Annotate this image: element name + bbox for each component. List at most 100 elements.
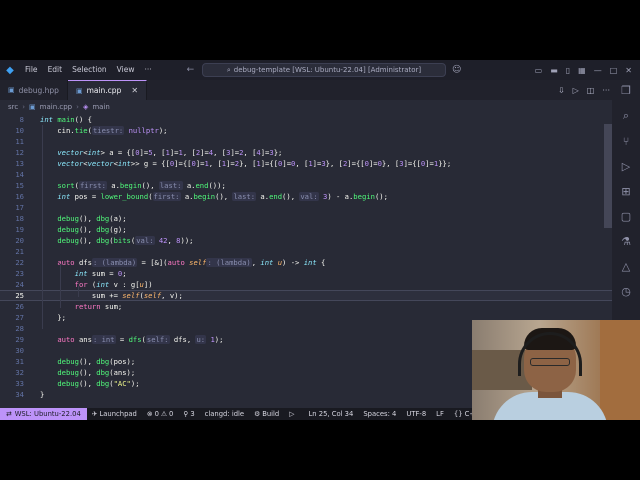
search-icon[interactable]: ⌕	[623, 109, 629, 123]
line-number: 10	[15, 126, 24, 135]
extensions-status-item[interactable]: ⚲ 3	[178, 410, 199, 418]
chevron-right-icon: ›	[22, 103, 26, 111]
explorer-icon[interactable]: ❐	[621, 84, 631, 97]
breadcrumb-folder[interactable]: src	[8, 103, 18, 111]
ports-icon: ⚲	[183, 410, 189, 418]
toggle-panel-icon[interactable]: ▬	[550, 66, 558, 75]
close-window-icon[interactable]: ✕	[625, 66, 632, 75]
testing-icon[interactable]: ⚗	[621, 235, 631, 248]
line-code: vector<vector<int>> g = {[0]={[0]=1, [1]…	[57, 159, 452, 168]
split-editor-icon[interactable]: ◫	[587, 86, 595, 95]
indentation-item[interactable]: Spaces: 4	[358, 410, 401, 418]
line-code: debug(), dbg(ans);	[57, 368, 136, 377]
back-arrow-icon[interactable]: ←	[187, 65, 195, 75]
maximize-icon[interactable]: □	[610, 66, 618, 75]
remote-indicator[interactable]: ⇄ WSL: Ubuntu-22.04	[0, 408, 87, 420]
indent-guide	[60, 264, 61, 308]
code-line[interactable]: 10 cin.tie(tiestr: nullptr);	[0, 125, 612, 136]
cursor-position[interactable]: Ln 25, Col 34	[303, 410, 358, 418]
cpp-file-icon: ▣	[29, 103, 36, 111]
line-code: int sum = 0;	[74, 269, 127, 278]
more-actions-icon[interactable]: ···	[602, 86, 610, 95]
extensions-icon[interactable]: ⊞	[621, 185, 630, 198]
toggle-secondary-sidebar-icon[interactable]: ▯	[566, 66, 570, 75]
line-code: int pos = lower_bound(first: a.begin(), …	[57, 192, 388, 201]
clangd-status[interactable]: clangd: idle	[200, 410, 249, 418]
indent-guide	[42, 125, 43, 329]
code-line[interactable]: 22 auto dfs: (lambda) = [&](auto self: (…	[0, 257, 612, 268]
hpp-file-icon: ▣	[8, 86, 15, 94]
code-line-current[interactable]: 25 sum += self(self, v);	[0, 290, 612, 301]
customize-layout-icon[interactable]: ▦	[578, 66, 586, 75]
menu-view[interactable]: View	[112, 60, 140, 80]
line-code: debug(), dbg(pos);	[57, 357, 136, 366]
line-number: 23	[15, 269, 24, 278]
chevron-right-icon: ›	[76, 103, 79, 111]
line-number: 27	[15, 313, 24, 322]
editor-scrollbar[interactable]	[604, 124, 612, 228]
code-line[interactable]: 26 return sum;	[0, 301, 612, 312]
breadcrumb-symbol[interactable]: main	[92, 103, 110, 111]
code-line[interactable]: 12 vector<int> a = {[0]=5, [1]=1, [2]=4,…	[0, 147, 612, 158]
code-line[interactable]: 14	[0, 169, 612, 180]
timeline-icon[interactable]: ◷	[621, 285, 631, 298]
eol-label: LF	[436, 410, 444, 418]
menu-file[interactable]: File	[20, 60, 43, 80]
minimize-icon[interactable]: —	[594, 66, 602, 75]
line-number: 12	[15, 148, 24, 157]
toggle-sidebar-icon[interactable]: ▭	[535, 66, 543, 75]
title-bar: ◆ File Edit Selection View ··· ← → ⌕ deb…	[0, 60, 640, 80]
line-code: for (int v : g[u])	[74, 280, 153, 289]
copilot-icon[interactable]: ☺	[452, 60, 461, 80]
launchpad-item[interactable]: ✈ Launchpad	[87, 410, 142, 418]
line-code: sort(first: a.begin(), last: a.end());	[57, 181, 226, 190]
line-number: 31	[15, 357, 24, 366]
tab-debug-hpp[interactable]: ▣ debug.hpp	[0, 80, 68, 100]
code-line[interactable]: 20 debug(), dbg(bits(val: 42, 8));	[0, 235, 612, 246]
code-line[interactable]: 15 sort(first: a.begin(), last: a.end())…	[0, 180, 612, 191]
code-line[interactable]: 17	[0, 202, 612, 213]
code-line[interactable]: 21	[0, 246, 612, 257]
eol-item[interactable]: LF	[431, 410, 449, 418]
search-icon: ⌕	[226, 65, 231, 74]
menu-selection[interactable]: Selection	[67, 60, 112, 80]
line-code: debug(), dbg(g);	[57, 225, 127, 234]
letterbox-top	[0, 0, 640, 60]
line-code: debug(), dbg(a);	[57, 214, 127, 223]
run-icon[interactable]: ▷	[573, 86, 579, 95]
menu-edit[interactable]: Edit	[43, 60, 68, 80]
line-number: 8	[19, 115, 24, 124]
warning-count: 0	[169, 410, 174, 418]
code-line[interactable]: 13 vector<vector<int>> g = {[0]={[0]=1, …	[0, 158, 612, 169]
line-number: 16	[15, 192, 24, 201]
code-line[interactable]: 23 int sum = 0;	[0, 268, 612, 279]
menu-more[interactable]: ···	[139, 60, 156, 80]
code-line[interactable]: 19 debug(), dbg(g);	[0, 224, 612, 235]
line-code: sum += self(self, v);	[40, 291, 183, 300]
code-line[interactable]: 16 int pos = lower_bound(first: a.begin(…	[0, 191, 612, 202]
close-tab-icon[interactable]: ✕	[131, 86, 138, 95]
code-line[interactable]: 24 for (int v : g[u])	[0, 279, 612, 290]
vscode-logo-icon: ◆	[6, 64, 14, 76]
code-line[interactable]: 18 debug(), dbg(a);	[0, 213, 612, 224]
compare-icon[interactable]: ⇩	[558, 86, 565, 95]
source-control-icon[interactable]: ⑂	[623, 135, 630, 148]
build-item[interactable]: ⚙ Build	[249, 410, 284, 418]
cmake-icon[interactable]: △	[622, 260, 630, 273]
code-line[interactable]: 8 int main() {	[0, 114, 612, 125]
tab-label: debug.hpp	[18, 85, 59, 95]
tab-main-cpp[interactable]: ▣ main.cpp ✕	[67, 80, 148, 100]
line-code: }	[40, 390, 45, 399]
breadcrumb-file[interactable]: main.cpp	[40, 103, 72, 111]
run-item[interactable]: ▷	[284, 410, 299, 418]
line-number: 29	[15, 335, 24, 344]
command-center-search[interactable]: ⌕ debug-template [WSL: Ubuntu-22.04] [Ad…	[202, 63, 446, 77]
play-icon: ▷	[289, 410, 295, 418]
remote-explorer-icon[interactable]: ▢	[621, 210, 631, 223]
command-center-text: debug-template [WSL: Ubuntu-22.04] [Admi…	[233, 66, 422, 74]
code-line[interactable]: 11	[0, 136, 612, 147]
encoding-item[interactable]: UTF-8	[401, 410, 431, 418]
run-debug-icon[interactable]: ▷	[622, 160, 630, 173]
problems-item[interactable]: ⊗ 0 ⚠ 0	[142, 410, 178, 418]
line-code: return sum;	[74, 302, 123, 311]
